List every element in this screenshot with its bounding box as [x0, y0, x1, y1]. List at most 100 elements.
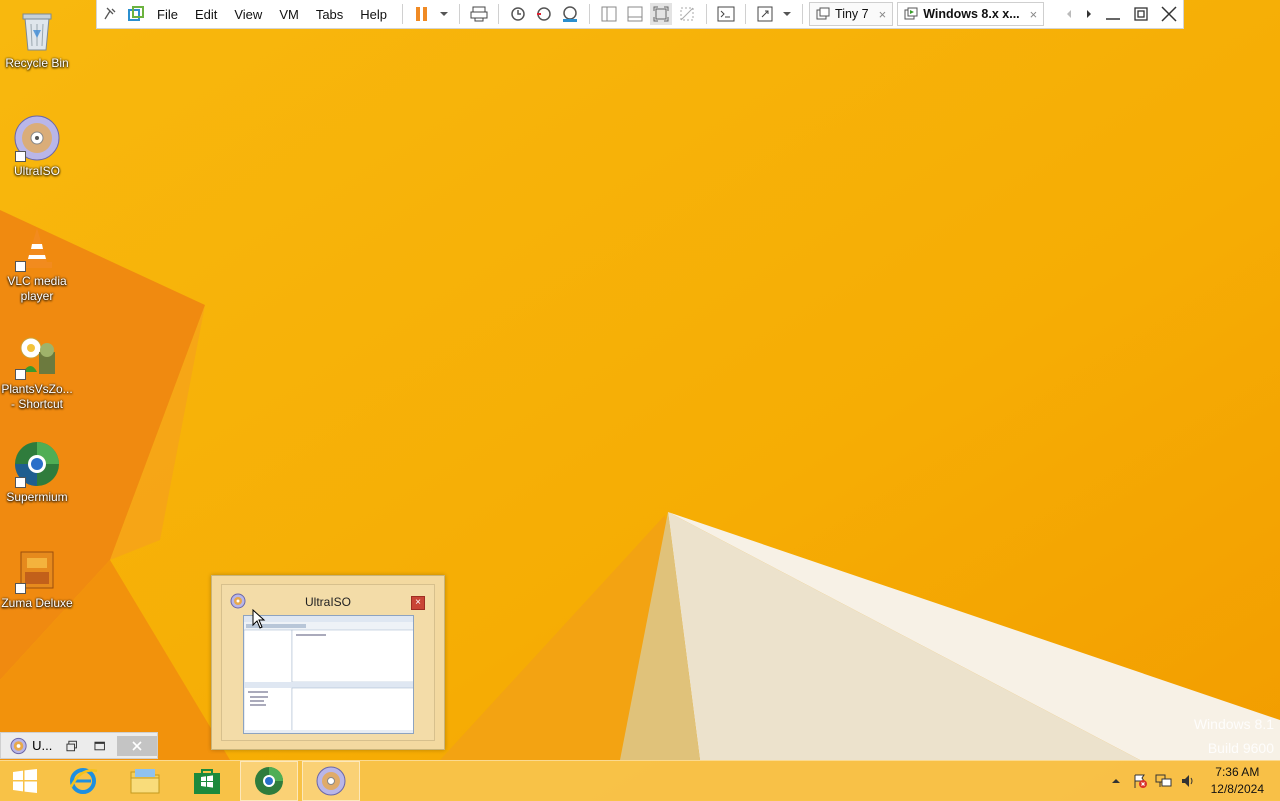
windows-build-watermark: Build 9600 — [1207, 740, 1274, 756]
network-icon[interactable] — [1155, 772, 1173, 790]
menu-vm[interactable]: VM — [271, 7, 308, 22]
icon-label: VLC media player — [7, 274, 67, 303]
vmware-toolbar: File Edit View VM Tabs Help Tiny 7 × Win… — [96, 0, 1184, 29]
taskbar-file-explorer[interactable] — [116, 761, 174, 801]
close-button[interactable] — [117, 735, 157, 756]
thumbnail-close-button[interactable]: × — [411, 596, 425, 610]
start-button[interactable] — [0, 761, 50, 801]
separator — [498, 4, 500, 24]
show-library-icon[interactable] — [598, 3, 620, 25]
desktop-icon-supermium[interactable]: Supermium — [0, 440, 74, 505]
clock-time: 7:36 AM — [1215, 765, 1260, 779]
tab-label: Windows 8.x x... — [923, 7, 1020, 21]
file-explorer-icon — [130, 769, 160, 794]
chevron-left-icon[interactable] — [1061, 3, 1077, 25]
thumbnail-frame: UltraISO × — [221, 584, 435, 741]
desktop-wallpaper — [0, 0, 1280, 800]
chevron-right-icon[interactable] — [1081, 3, 1097, 25]
action-center-flag-icon[interactable] — [1131, 772, 1149, 790]
chevron-down-icon[interactable] — [780, 3, 794, 25]
icon-label: Recycle Bin — [5, 56, 69, 70]
close-icon[interactable]: × — [879, 7, 887, 22]
close-icon[interactable]: × — [1030, 7, 1038, 22]
thumbnail-window-preview — [243, 615, 414, 734]
separator — [745, 4, 747, 24]
minimize-button[interactable] — [1099, 2, 1127, 26]
clock[interactable]: 7:36 AM 12/8/2024 — [1211, 764, 1264, 798]
supermium-browser-icon — [255, 767, 283, 795]
ultraiso-disc-icon — [316, 766, 346, 796]
desktop-icon-zuma[interactable]: Zuma Deluxe — [0, 546, 74, 611]
mouse-cursor-icon — [252, 609, 266, 629]
console-view-icon[interactable] — [715, 3, 737, 25]
minimized-window-bar[interactable]: U... — [0, 732, 158, 759]
clock-date: 12/8/2024 — [1210, 782, 1264, 796]
windows-logo-icon — [13, 769, 37, 793]
shortcut-arrow-icon — [15, 151, 26, 162]
restore-button[interactable] — [1127, 2, 1155, 26]
icon-label: UltraISO — [13, 164, 60, 178]
shortcut-arrow-icon — [15, 583, 26, 594]
maximize-icon[interactable] — [94, 740, 105, 752]
zuma-deluxe-icon — [13, 546, 61, 594]
icon-label: PlantsVsZo... - Shortcut — [1, 382, 73, 411]
recycle-bin-icon — [13, 6, 61, 54]
pin-icon[interactable] — [99, 3, 121, 25]
desktop-icon-recycle-bin[interactable]: Recycle Bin — [0, 6, 74, 71]
minimize-icon — [1106, 18, 1120, 20]
unity-mode-icon[interactable] — [676, 3, 698, 25]
menu-help[interactable]: Help — [352, 7, 396, 22]
volume-icon[interactable] — [1179, 772, 1197, 790]
thumbnail-title: UltraISO — [304, 595, 351, 609]
supermium-browser-icon — [13, 440, 61, 488]
tab-tiny7[interactable]: Tiny 7 × — [809, 2, 894, 26]
separator — [802, 4, 804, 24]
full-screen-icon[interactable] — [650, 3, 673, 25]
icon-label: Zuma Deluxe — [1, 596, 73, 610]
store-icon — [194, 769, 220, 794]
show-hidden-icons-chevron-up-icon[interactable] — [1107, 772, 1125, 790]
menu-view[interactable]: View — [226, 7, 271, 22]
taskbar-internet-explorer[interactable] — [54, 761, 112, 801]
desktop-icon-plantsvszombies[interactable]: PlantsVsZo... - Shortcut — [0, 332, 74, 412]
menu-tabs[interactable]: Tabs — [308, 7, 352, 22]
separator — [402, 4, 404, 24]
separator — [459, 4, 461, 24]
taskbar-store[interactable] — [178, 761, 236, 801]
system-tray: 7:36 AM 12/8/2024 — [1101, 761, 1280, 801]
taskbar-thumbnail-preview[interactable]: UltraISO × — [211, 575, 445, 750]
shortcut-arrow-icon — [15, 369, 26, 380]
send-keys-icon[interactable] — [468, 3, 490, 25]
vm-icon — [816, 7, 830, 20]
restore-icon[interactable] — [66, 740, 78, 752]
vlc-cone-icon — [13, 224, 61, 272]
revert-snapshot-icon[interactable] — [533, 3, 555, 25]
menu-edit[interactable]: Edit — [187, 7, 226, 22]
chevron-down-icon[interactable] — [437, 3, 451, 25]
ultraiso-disc-icon — [10, 737, 27, 754]
pause-icon[interactable] — [411, 3, 433, 25]
taskbar: 7:36 AM 12/8/2024 — [0, 760, 1280, 801]
show-thumbnail-bar-icon[interactable] — [624, 3, 646, 25]
desktop-icon-vlc[interactable]: VLC media player — [0, 224, 74, 304]
vm-icon — [904, 7, 918, 20]
separator — [589, 4, 591, 24]
shortcut-arrow-icon — [15, 477, 26, 488]
tab-label: Tiny 7 — [835, 7, 869, 21]
separator — [706, 4, 708, 24]
vmware-logo-icon[interactable] — [125, 3, 147, 25]
windows-version-watermark: Windows 8.1 — [1193, 716, 1274, 732]
desktop-icon-ultraiso[interactable]: UltraISO — [0, 114, 74, 179]
tab-windows8[interactable]: Windows 8.x x... × — [897, 2, 1045, 26]
close-icon — [1161, 6, 1177, 22]
internet-explorer-icon — [69, 768, 98, 794]
taskbar-ultraiso[interactable] — [302, 761, 360, 801]
snapshot-icon[interactable] — [507, 3, 529, 25]
minimized-window-label: U... — [32, 738, 53, 753]
ultraiso-disc-icon — [13, 114, 61, 162]
snapshot-manager-icon[interactable] — [559, 3, 581, 25]
close-button[interactable] — [1155, 2, 1183, 26]
menu-file[interactable]: File — [149, 7, 187, 22]
taskbar-supermium[interactable] — [240, 761, 298, 801]
stretch-guest-icon[interactable] — [754, 3, 776, 25]
